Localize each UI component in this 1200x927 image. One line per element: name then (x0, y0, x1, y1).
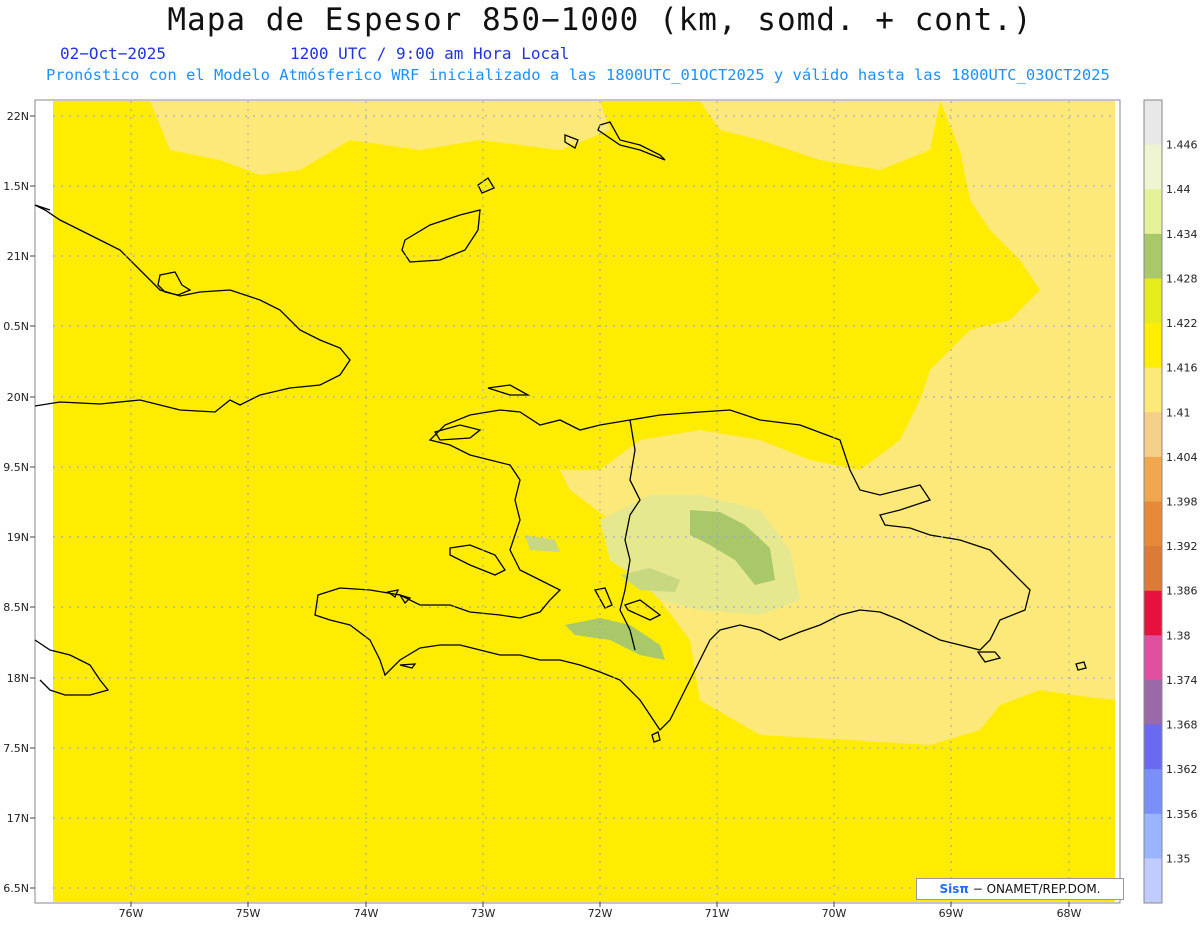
colorbar-label: 1.35 (1166, 852, 1191, 865)
colorbar-swatch (1144, 769, 1162, 815)
lon-label: 68W (1057, 907, 1082, 920)
colorbar-label: 1.392 (1166, 540, 1198, 553)
colorbar-label: 1.386 (1166, 585, 1198, 598)
colorbar-label: 1.374 (1166, 674, 1198, 687)
lon-label: 74W (354, 907, 379, 920)
lat-label: 8.5N (3, 601, 29, 614)
lat-label: 0.5N (3, 320, 29, 333)
lon-label: 71W (705, 907, 730, 920)
lat-label: 6.5N (3, 882, 29, 895)
credit-text: − ONAMET/REP.DOM. (972, 882, 1101, 896)
colorbar-label: 1.362 (1166, 763, 1198, 776)
map-figure: 22N 1.5N 21N 0.5N 20N 9.5N 19N 8.5N 18N … (3, 99, 1198, 920)
colorbar-swatch (1144, 546, 1162, 592)
lat-label: 18N (7, 672, 29, 685)
colorbar-swatch (1144, 412, 1162, 458)
colorbar-swatch (1144, 456, 1162, 502)
lat-label: 1.5N (3, 180, 29, 193)
colorbar-label: 1.428 (1166, 272, 1198, 285)
colorbar-label: 1.398 (1166, 496, 1198, 509)
colorbar-label: 1.41 (1166, 406, 1191, 419)
colorbar-label: 1.416 (1166, 362, 1198, 375)
colorbar-label: 1.446 (1166, 139, 1198, 152)
lat-labels: 22N 1.5N 21N 0.5N 20N 9.5N 19N 8.5N 18N … (3, 110, 29, 895)
lat-label: 20N (7, 391, 29, 404)
colorbar-label: 1.44 (1166, 183, 1191, 196)
sispi-logo: Sisπ (939, 882, 969, 896)
colorbar-label: 1.356 (1166, 808, 1198, 821)
lat-label: 9.5N (3, 461, 29, 474)
credit-box: Sisπ − ONAMET/REP.DOM. (916, 878, 1124, 900)
colorbar-label: 1.422 (1166, 317, 1198, 330)
colorbar-swatch (1144, 100, 1162, 146)
colorbar-label: 1.38 (1166, 629, 1191, 642)
lat-label: 21N (7, 250, 29, 263)
lon-label: 70W (822, 907, 847, 920)
lon-label: 72W (588, 907, 613, 920)
colorbar-swatch (1144, 501, 1162, 547)
colorbar-label: 1.368 (1166, 719, 1198, 732)
lat-ticks (30, 115, 35, 889)
colorbar-swatch (1144, 144, 1162, 190)
lon-label: 69W (939, 907, 964, 920)
colorbar-swatch (1144, 635, 1162, 681)
colorbar-swatch (1144, 323, 1162, 369)
lon-labels: 76W 75W 74W 73W 72W 71W 70W 69W 68W (119, 907, 1082, 920)
lat-label: 22N (7, 110, 29, 123)
lon-label: 73W (471, 907, 496, 920)
colorbar-swatch (1144, 590, 1162, 636)
lon-label: 76W (119, 907, 144, 920)
lat-label: 19N (7, 531, 29, 544)
lat-label: 17N (7, 812, 29, 825)
colorbar-swatch (1144, 679, 1162, 726)
colorbar-swatch (1144, 367, 1162, 413)
lat-label: 7.5N (3, 742, 29, 755)
lon-label: 75W (236, 907, 261, 920)
colorbar: 1.446 1.44 1.434 1.428 1.422 1.416 1.41 1.404 1.… (1143, 99, 1198, 904)
colorbar-swatch (1144, 189, 1162, 235)
colorbar-swatch (1144, 813, 1162, 859)
colorbar-swatch (1144, 858, 1162, 904)
colorbar-swatch (1144, 278, 1162, 324)
colorbar-label: 1.404 (1166, 451, 1198, 464)
colorbar-label: 1.434 (1166, 228, 1198, 241)
colorbar-swatch (1144, 233, 1162, 279)
colorbar-swatch (1144, 724, 1162, 770)
